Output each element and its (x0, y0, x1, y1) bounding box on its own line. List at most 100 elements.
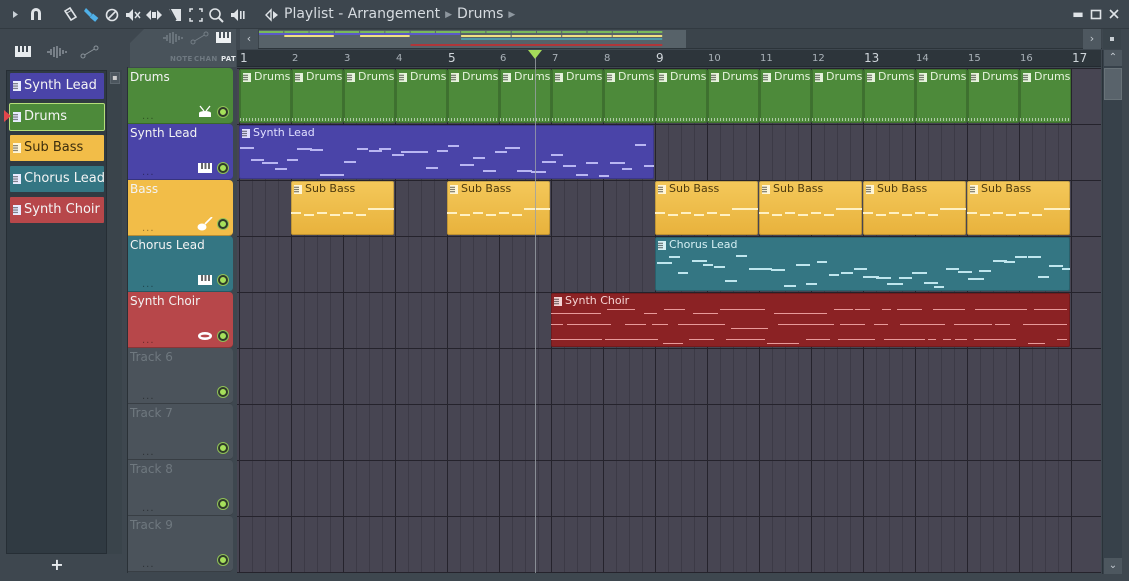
track-header[interactable]: Chorus Lead... (128, 236, 233, 292)
magnet-snap-icon[interactable] (28, 5, 44, 24)
automation-icon[interactable] (80, 45, 100, 64)
timeline-ruler[interactable]: 1 2 3 4 5 6 7 8 9 10 11 12 13 14 15 16 17 (237, 50, 1101, 67)
play-arrow-icon[interactable] (10, 5, 20, 24)
pattern-clip[interactable]: Synth Lead (239, 125, 654, 179)
pattern-clip[interactable]: Drums (239, 69, 291, 123)
overview-corner[interactable] (1103, 29, 1121, 49)
pattern-item[interactable]: Synth Lead (10, 73, 104, 99)
playlist-overview[interactable]: ‹ (240, 29, 1102, 49)
arrangement-grid[interactable]: Drums Drums Drums Drums Drums Drums Drums Drums… (237, 68, 1101, 573)
track-mute-led[interactable] (218, 443, 228, 453)
pattern-item[interactable]: Sub Bass (10, 135, 104, 161)
slice-icon[interactable] (167, 5, 183, 24)
track-name[interactable]: Track 7 (130, 406, 173, 420)
close-button[interactable] (1107, 6, 1121, 22)
automation-icon[interactable] (190, 31, 210, 50)
pattern-clip[interactable]: Sub Bass (967, 181, 1070, 235)
vertical-scroll-thumb[interactable] (1104, 68, 1122, 100)
pattern-clip[interactable]: Drums (707, 69, 759, 123)
scroll-right-button[interactable]: › (1083, 29, 1101, 49)
track-header[interactable]: Track 9... (128, 516, 233, 572)
track-mute-led[interactable] (218, 499, 228, 509)
track-header[interactable]: Bass... (128, 180, 233, 236)
pattern-clip[interactable]: Drums (863, 69, 915, 123)
slip-icon[interactable] (145, 5, 163, 24)
pattern-clip[interactable]: Sub Bass (759, 181, 862, 235)
track-mute-led[interactable] (218, 331, 228, 341)
track-menu-dots-icon[interactable]: ... (142, 336, 155, 346)
pattern-clip[interactable]: Drums (811, 69, 863, 123)
scroll-up-button[interactable]: ⌃ (1104, 50, 1122, 66)
select-icon[interactable] (188, 5, 204, 24)
track-menu-dots-icon[interactable]: ... (142, 504, 155, 514)
track-name[interactable]: Synth Lead (130, 126, 197, 140)
pattern-clip[interactable]: Drums (759, 69, 811, 123)
track-name[interactable]: Chorus Lead (130, 238, 205, 252)
track-header[interactable]: Drums... (128, 68, 233, 124)
pattern-clip[interactable]: Chorus Lead (655, 237, 1070, 291)
track-mute-led[interactable] (218, 387, 228, 397)
pattern-clip[interactable]: Sub Bass (291, 181, 394, 235)
pattern-clip[interactable]: Drums (499, 69, 551, 123)
paint-brush-icon[interactable] (82, 5, 100, 24)
speaker-icon[interactable] (262, 5, 280, 24)
pattern-clip[interactable]: Sub Bass (863, 181, 966, 235)
track-menu-dots-icon[interactable]: ... (142, 392, 155, 402)
track-menu-dots-icon[interactable]: ... (142, 168, 155, 178)
pattern-clip[interactable]: Drums (1019, 69, 1071, 123)
track-header[interactable]: Synth Choir... (128, 292, 233, 348)
mode-chan[interactable]: CHAN (194, 55, 217, 63)
track-mute-led[interactable] (218, 107, 228, 117)
track-name[interactable]: Track 8 (130, 462, 173, 476)
track-menu-dots-icon[interactable]: ... (142, 448, 155, 458)
scroll-left-button[interactable]: ‹ (240, 29, 258, 49)
piano-roll-icon[interactable] (215, 31, 233, 50)
pattern-clip[interactable]: Drums (447, 69, 499, 123)
pattern-item[interactable]: Synth Choir (10, 197, 104, 223)
track-menu-dots-icon[interactable]: ... (142, 280, 155, 290)
track-mute-led[interactable] (218, 219, 228, 229)
mode-pat[interactable]: PAT (221, 55, 236, 63)
zoom-icon[interactable] (208, 5, 226, 24)
scroll-down-button[interactable]: ⌄ (1104, 558, 1122, 574)
track-mute-led[interactable] (218, 163, 228, 173)
pattern-item[interactable]: Drums (9, 103, 105, 131)
picker-scrollbar[interactable]: ▪ (106, 70, 122, 554)
playback-icon[interactable] (229, 5, 247, 24)
track-name[interactable]: Drums (130, 70, 170, 84)
pattern-item[interactable]: Chorus Lead (10, 166, 104, 192)
mute-icon[interactable] (124, 5, 142, 24)
minimize-button[interactable]: ▬ (1071, 6, 1085, 22)
track-header[interactable]: Track 8... (128, 460, 233, 516)
pattern-clip[interactable]: Drums (655, 69, 707, 123)
audio-wave-icon[interactable] (46, 45, 68, 64)
track-header[interactable]: Track 7... (128, 404, 233, 460)
pattern-clip[interactable]: Drums (915, 69, 967, 123)
pattern-clip[interactable]: Drums (603, 69, 655, 123)
piano-roll-icon[interactable] (14, 45, 32, 64)
track-name[interactable]: Synth Choir (130, 294, 200, 308)
picker-scroll-thumb[interactable]: ▪ (110, 72, 120, 84)
maximize-button[interactable] (1089, 6, 1103, 22)
pencil-draw-icon[interactable] (62, 5, 78, 24)
pattern-clip[interactable]: Drums (967, 69, 1019, 123)
pattern-clip[interactable]: Drums (395, 69, 447, 123)
pattern-clip[interactable]: Drums (343, 69, 395, 123)
pattern-clip[interactable]: Sub Bass (655, 181, 758, 235)
track-name[interactable]: Track 9 (130, 518, 173, 532)
track-mute-led[interactable] (218, 275, 228, 285)
add-pattern-button[interactable]: + (50, 556, 64, 574)
track-name[interactable]: Track 6 (130, 350, 173, 364)
pattern-clip[interactable]: Drums (551, 69, 603, 123)
pattern-clip[interactable]: Synth Choir (551, 293, 1070, 347)
track-header[interactable]: Track 6... (128, 348, 233, 404)
track-name[interactable]: Bass (130, 182, 158, 196)
audio-wave-icon[interactable] (162, 31, 184, 50)
track-menu-dots-icon[interactable]: ... (142, 560, 155, 570)
title-pattern[interactable]: Drums (457, 6, 503, 22)
track-header[interactable]: Synth Lead... (128, 124, 233, 180)
delete-icon[interactable] (104, 5, 120, 24)
track-menu-dots-icon[interactable]: ... (142, 112, 155, 122)
pattern-clip[interactable]: Drums (291, 69, 343, 123)
vertical-scrollbar[interactable]: ⌃ ⌄ (1102, 50, 1122, 574)
